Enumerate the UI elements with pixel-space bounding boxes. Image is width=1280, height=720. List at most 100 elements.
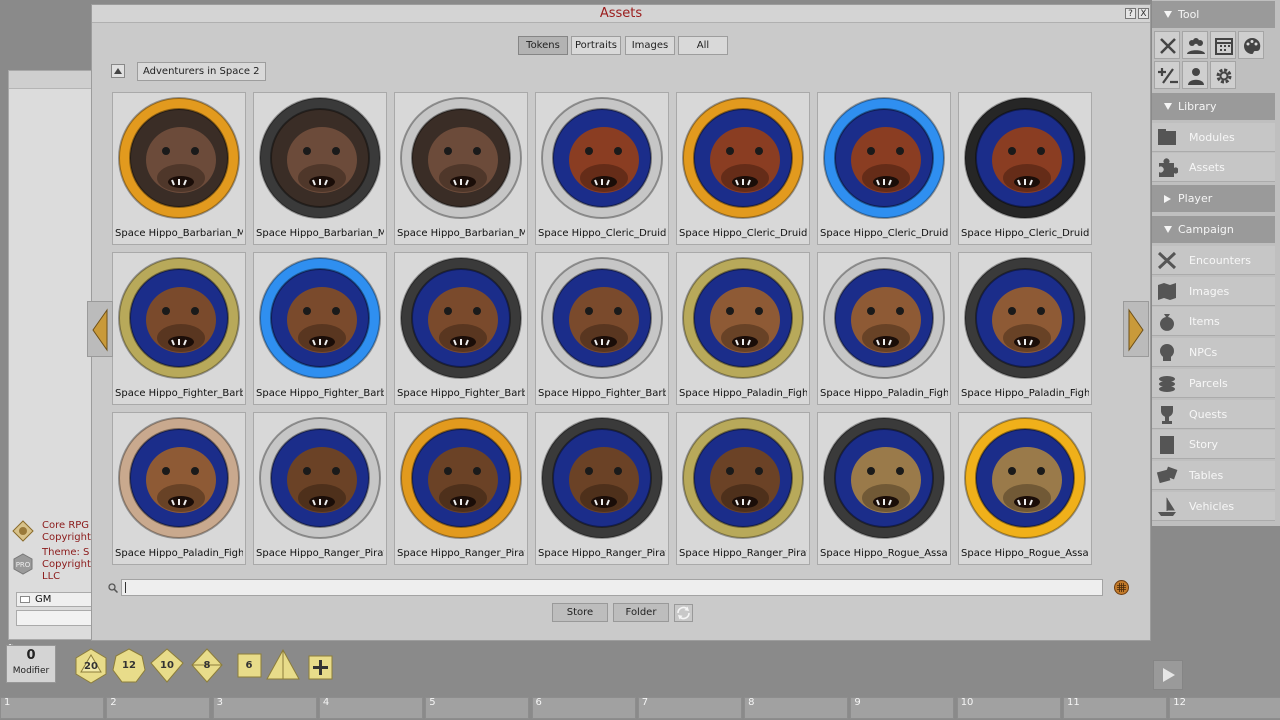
- d8-die[interactable]: 8: [190, 648, 224, 687]
- token-tile[interactable]: Space Hippo_Rogue_Assass: [958, 412, 1092, 565]
- coins-icon: [1159, 375, 1175, 392]
- token-tile[interactable]: Space Hippo_Paladin_Fight: [817, 252, 951, 405]
- sidebar-item-label: Story: [1189, 438, 1219, 452]
- sidebar-item-modules[interactable]: Modules: [1152, 123, 1275, 152]
- section-title: Player: [1178, 192, 1213, 205]
- sidebar-item-parcels[interactable]: Parcels: [1152, 368, 1275, 398]
- character-select-button[interactable]: [1182, 61, 1208, 89]
- token-tile[interactable]: Space Hippo_Barbarian_Mo: [394, 92, 528, 245]
- token-tile[interactable]: Space Hippo_Ranger_Pirate: [535, 412, 669, 565]
- sidebar-item-story[interactable]: Story: [1152, 430, 1275, 460]
- refresh-button[interactable]: [674, 604, 693, 622]
- hotkey-slot[interactable]: 1: [0, 697, 104, 719]
- identity-checkbox[interactable]: [20, 596, 30, 603]
- tab-images[interactable]: Images: [625, 36, 675, 55]
- token-image: [682, 97, 804, 219]
- token-tile[interactable]: Space Hippo_Fighter_Barba: [253, 252, 387, 405]
- close-button[interactable]: X: [1138, 8, 1149, 19]
- store-button[interactable]: Store: [552, 603, 608, 622]
- next-page-button[interactable]: [1123, 301, 1149, 357]
- sidebar-item-quests[interactable]: Quests: [1152, 399, 1275, 429]
- d4-die[interactable]: [266, 648, 300, 687]
- token-label: Space Hippo_Cleric_Druid_V: [961, 228, 1089, 239]
- sidebar-item-vehicles[interactable]: Vehicles: [1152, 491, 1275, 521]
- hotkey-slot[interactable]: 12: [1169, 697, 1280, 719]
- search-input[interactable]: [121, 579, 1103, 596]
- help-button[interactable]: ?: [1125, 8, 1136, 19]
- grid-view-icon[interactable]: [1114, 580, 1129, 595]
- token-image: [682, 417, 804, 539]
- sidebar-item-items[interactable]: Items: [1152, 307, 1275, 337]
- hotkey-slot[interactable]: 6: [531, 697, 636, 719]
- token-tile[interactable]: Space Hippo_Rogue_Assass: [817, 412, 951, 565]
- play-button[interactable]: [1153, 660, 1183, 690]
- token-tile[interactable]: Space Hippo_Paladin_Fight: [112, 412, 246, 565]
- sidebar-item-encounters[interactable]: Encounters: [1152, 246, 1275, 275]
- add-custom-die-button[interactable]: [308, 655, 333, 683]
- d10-die[interactable]: 10: [150, 648, 184, 687]
- hotkey-slot[interactable]: 4: [318, 697, 423, 719]
- token-tile[interactable]: Space Hippo_Paladin_Fight: [676, 252, 810, 405]
- campaign-section-header[interactable]: Campaign: [1152, 216, 1275, 243]
- map-icon: [1158, 282, 1176, 300]
- token-tile[interactable]: Space Hippo_Paladin_Fight: [958, 252, 1092, 405]
- tab-all[interactable]: All: [678, 36, 728, 55]
- sidebar: Tool Library Modules Assets Player Campa…: [1152, 0, 1280, 526]
- d12-die[interactable]: 12: [112, 648, 146, 687]
- hotkey-slot[interactable]: 9: [850, 697, 955, 719]
- token-image: [964, 97, 1086, 219]
- sidebar-item-images[interactable]: Images: [1152, 276, 1275, 306]
- token-tile[interactable]: Space Hippo_Ranger_Pirate: [676, 412, 810, 565]
- sidebar-item-tables[interactable]: Tables: [1152, 460, 1275, 490]
- token-label: Space Hippo_Cleric_Druid_V: [679, 228, 807, 239]
- color-palette-button[interactable]: [1238, 31, 1264, 59]
- hotkey-number: 8: [748, 697, 755, 708]
- token-tile[interactable]: Space Hippo_Cleric_Druid_V: [676, 92, 810, 245]
- folder-path-label[interactable]: Adventurers in Space 2: [137, 62, 266, 81]
- token-tile[interactable]: Space Hippo_Cleric_Druid_V: [535, 92, 669, 245]
- hotkey-slot[interactable]: 3: [212, 697, 317, 719]
- token-label: Space Hippo_Barbarian_Mo: [397, 228, 525, 239]
- party-sheet-button[interactable]: [1182, 31, 1208, 59]
- combat-tracker-button[interactable]: [1154, 31, 1180, 59]
- hotkey-slot[interactable]: 5: [425, 697, 530, 719]
- sidebar-item-npcs[interactable]: NPCs: [1152, 338, 1275, 368]
- tool-section-header[interactable]: Tool: [1152, 1, 1275, 28]
- identity-selector[interactable]: GM: [16, 592, 96, 607]
- tab-portraits[interactable]: Portraits: [571, 36, 621, 55]
- token-tile[interactable]: Space Hippo_Fighter_Barba: [535, 252, 669, 405]
- token-image: [118, 257, 240, 379]
- options-button[interactable]: [1210, 61, 1236, 89]
- token-tile[interactable]: Space Hippo_Fighter_Barba: [112, 252, 246, 405]
- hotkey-slot[interactable]: 7: [637, 697, 742, 719]
- hotkey-slot[interactable]: 2: [106, 697, 211, 719]
- chat-input[interactable]: [16, 610, 96, 626]
- token-label: Space Hippo_Paladin_Fight: [115, 548, 243, 559]
- sidebar-item-assets[interactable]: Assets: [1152, 153, 1275, 182]
- token-tile[interactable]: Space Hippo_Cleric_Druid_V: [817, 92, 951, 245]
- d20-die[interactable]: 20: [74, 648, 108, 687]
- party-sheet-icon: [1187, 38, 1205, 54]
- sidebar-item-label: Modules: [1189, 131, 1235, 144]
- die-label: 6: [245, 660, 253, 671]
- token-tile[interactable]: Space Hippo_Ranger_Pirate: [394, 412, 528, 565]
- library-section-header[interactable]: Library: [1152, 93, 1275, 120]
- token-tile[interactable]: Space Hippo_Barbarian_Mo: [253, 92, 387, 245]
- token-tile[interactable]: Space Hippo_Cleric_Druid_V: [958, 92, 1092, 245]
- sidebar-item-label: Tables: [1189, 468, 1224, 482]
- folder-up-button[interactable]: [111, 64, 125, 78]
- modifiers-button[interactable]: [1154, 61, 1180, 89]
- hotkey-slot[interactable]: 8: [744, 697, 849, 719]
- token-tile[interactable]: Space Hippo_Barbarian_Mo: [112, 92, 246, 245]
- d6-die[interactable]: 6: [232, 648, 266, 687]
- player-section-header[interactable]: Player: [1152, 185, 1275, 212]
- hotkey-slot[interactable]: 10: [956, 697, 1061, 719]
- calendar-button[interactable]: [1210, 31, 1236, 59]
- tab-tokens[interactable]: Tokens: [518, 36, 568, 55]
- modifier-box[interactable]: 0 Modifier: [6, 645, 56, 683]
- folder-button[interactable]: Folder: [613, 603, 669, 622]
- token-tile[interactable]: Space Hippo_Ranger_Pirate: [253, 412, 387, 565]
- hotkey-slot[interactable]: 11: [1063, 697, 1167, 719]
- previous-page-button[interactable]: [87, 301, 113, 357]
- token-tile[interactable]: Space Hippo_Fighter_Barba: [394, 252, 528, 405]
